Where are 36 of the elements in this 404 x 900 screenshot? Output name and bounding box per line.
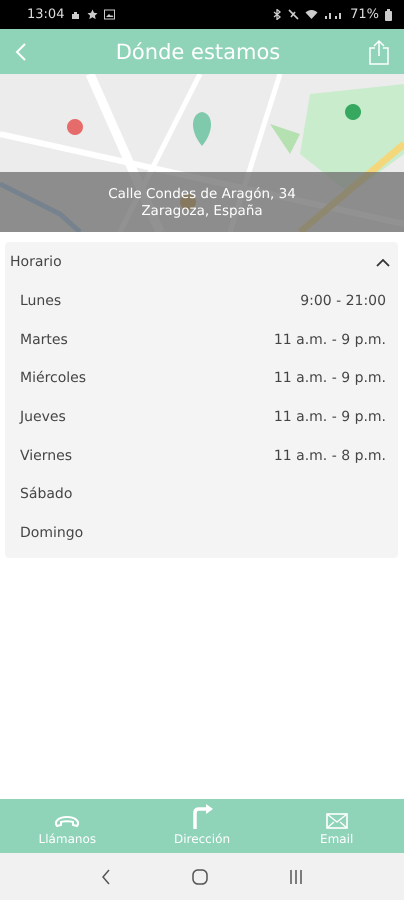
day-label: Viernes [20, 448, 72, 464]
action-button[interactable]: Dirección [134, 800, 270, 853]
day-label: Jueves [20, 409, 66, 426]
turn-right-icon [191, 803, 213, 829]
day-label: Miércoles [20, 370, 86, 386]
opening-hours: 11 a.m. - 9 p.m. [274, 332, 386, 348]
home-icon [192, 868, 208, 884]
battery-icon [385, 8, 392, 20]
action-button[interactable]: Email [269, 800, 404, 853]
day-label: Sábado [20, 486, 72, 502]
recent-apps-icon [289, 868, 304, 884]
opening-hours: 11 a.m. - 8 p.m. [274, 448, 386, 464]
wifi-icon [305, 9, 318, 20]
back-icon [100, 868, 111, 884]
address-line: Zaragoza, España [141, 202, 263, 218]
status-time: 13:04 [27, 7, 64, 22]
phone-icon [54, 815, 80, 829]
page-title: Dónde estamos [114, 40, 282, 64]
back-icon [14, 42, 28, 62]
opening-hours: 11 a.m. - 9 p.m. [274, 409, 386, 426]
bluetooth-icon [272, 9, 282, 20]
battery-level: 71% [350, 7, 379, 22]
envelope-icon [326, 813, 348, 829]
action-button[interactable]: Llámanos [0, 800, 135, 853]
chevron-up-icon [376, 258, 390, 266]
section-title: Horario [10, 254, 62, 270]
day-label: Lunes [20, 293, 62, 310]
address-line: Calle Condes de Aragón, 34 [108, 186, 296, 202]
share-icon [368, 38, 390, 64]
opening-hours: 11 a.m. - 9 p.m. [274, 370, 386, 386]
opening-hours: 9:00 - 21:00 [300, 293, 386, 310]
day-label: Domingo [20, 524, 84, 541]
star-icon [87, 9, 98, 20]
day-label: Martes [20, 332, 68, 348]
image-icon [104, 9, 116, 20]
mute-icon [288, 9, 300, 20]
